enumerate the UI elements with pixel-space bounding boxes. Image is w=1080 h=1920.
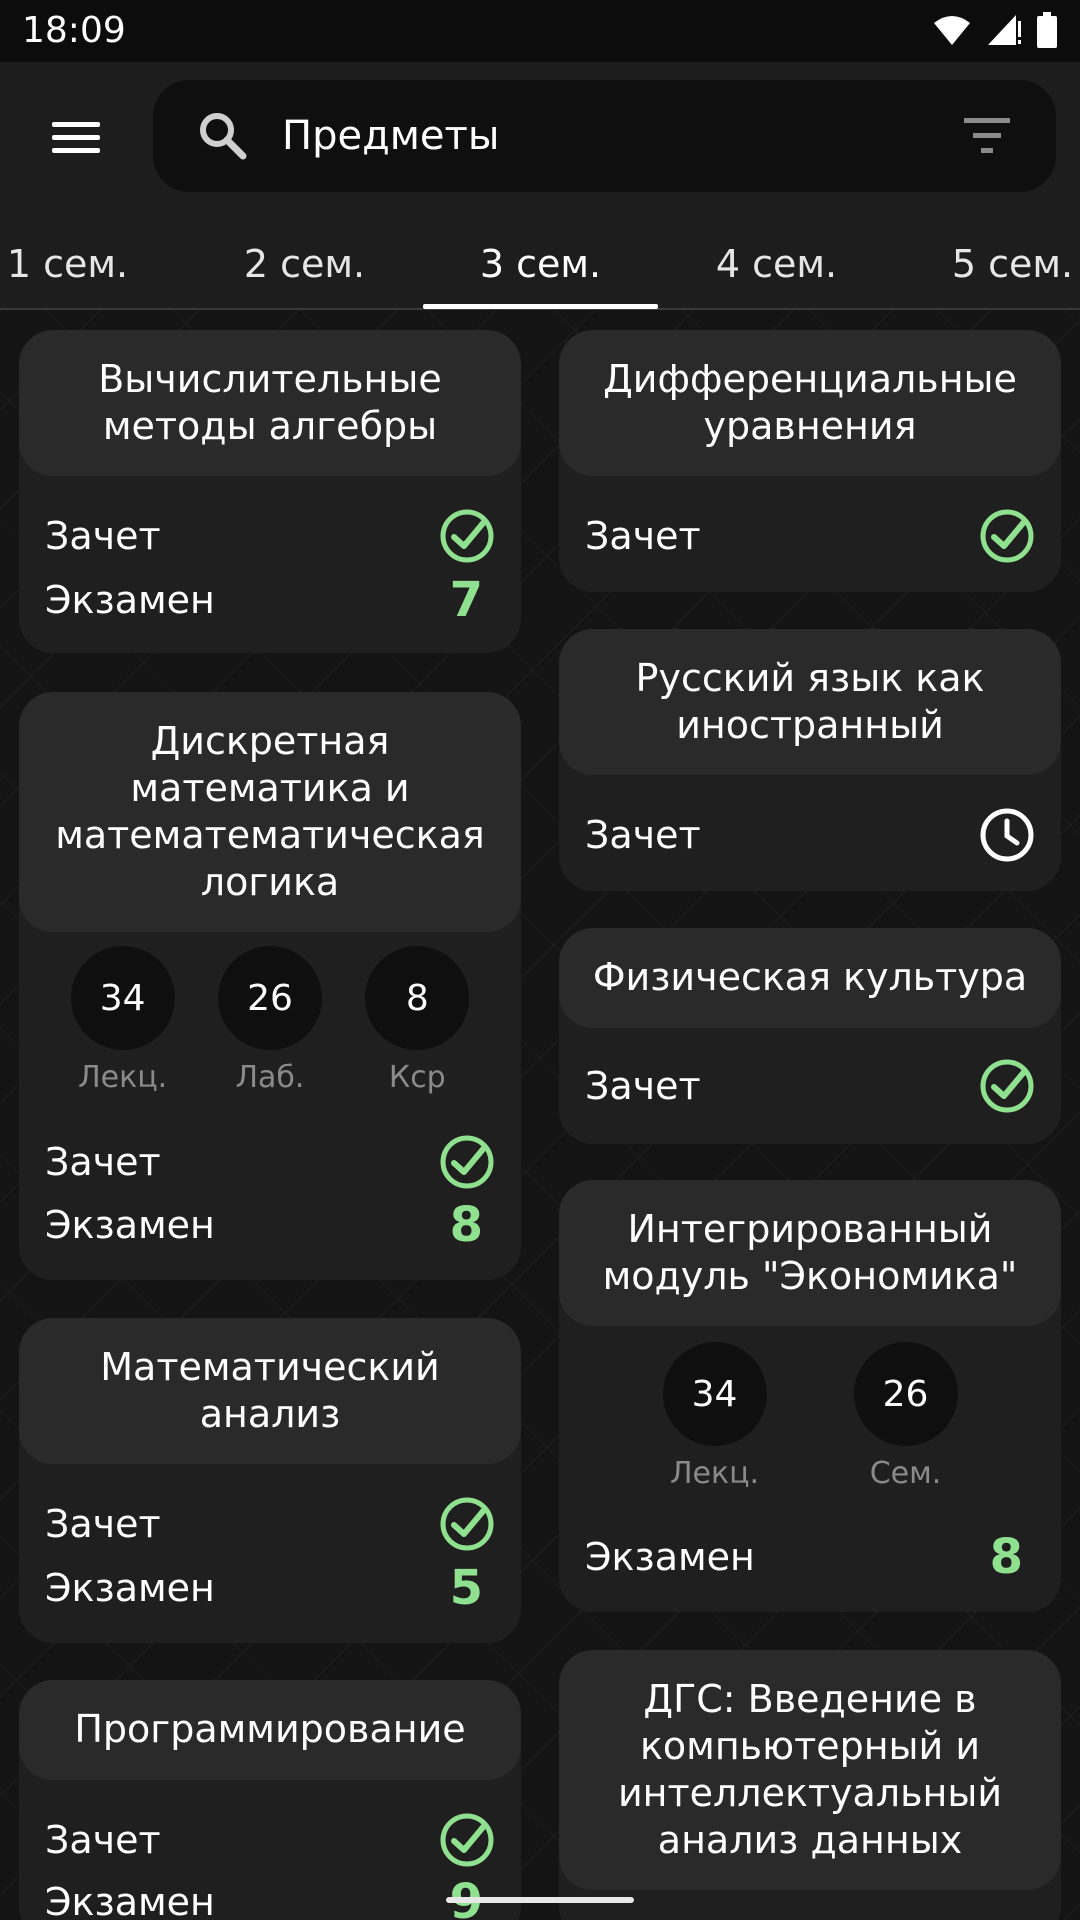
battery-icon: [1037, 12, 1057, 48]
tab-semester-1[interactable]: 1 сем.: [0, 218, 185, 310]
credit-row: Зачет: [45, 1810, 495, 1870]
hours-label: Лаб.: [235, 1060, 305, 1095]
hours-label: Лекц.: [669, 1456, 760, 1491]
exam-grade: 8: [449, 1197, 483, 1253]
credit-label: Зачет: [45, 1140, 161, 1184]
hours-label: Сем.: [869, 1456, 942, 1491]
subject-card[interactable]: Математический анализ Зачет Экзамен 5: [19, 1318, 521, 1643]
subject-title: Дискретная математика и математематическ…: [19, 692, 521, 932]
subject-title: Русский язык как иностранный: [559, 629, 1061, 775]
credit-label: Зачет: [585, 514, 701, 558]
signal-icon: [988, 15, 1021, 45]
tab-semester-2[interactable]: 2 сем.: [187, 218, 422, 310]
search-icon: [200, 113, 247, 160]
exam-label: Экзамен: [45, 578, 215, 622]
hours-value: 34: [70, 946, 175, 1050]
exam-label: Экзамен: [45, 1203, 215, 1247]
clock-icon: [980, 808, 1034, 862]
check-circle-icon: [980, 509, 1034, 563]
hours-label: Кср: [388, 1060, 446, 1095]
exam-row: Экзамен 8: [45, 1195, 495, 1255]
exam-row: Экзамен 8: [585, 1527, 1035, 1587]
credit-label: Зачет: [585, 813, 701, 857]
subject-card[interactable]: ДГС: Введение в компьютерный и интеллект…: [559, 1650, 1061, 1920]
hours-value: 26: [853, 1342, 958, 1446]
credit-row: Зачет: [45, 1494, 495, 1554]
tab-semester-3[interactable]: 3 сем.: [423, 218, 658, 310]
exam-grade: 8: [989, 1529, 1023, 1585]
hours-value: 34: [662, 1342, 767, 1446]
subject-title: Математический анализ: [19, 1318, 521, 1464]
credit-label: Зачет: [585, 1064, 701, 1108]
filter-icon[interactable]: [962, 116, 1012, 156]
exam-grade: 7: [449, 572, 483, 628]
subject-card[interactable]: Дискретная математика и математематическ…: [19, 692, 521, 1280]
check-circle-icon: [440, 1813, 494, 1867]
check-circle-icon: [440, 509, 494, 563]
tab-semester-4[interactable]: 4 сем.: [659, 218, 894, 310]
subject-title: Программирование: [19, 1680, 521, 1780]
check-circle-icon: [980, 1059, 1034, 1113]
active-tab-indicator: [423, 304, 658, 309]
credit-row: Зачет: [585, 506, 1035, 566]
hours-row: 34 Лекц. 26 Сем.: [559, 1342, 1061, 1491]
check-circle-icon: [440, 1497, 494, 1551]
hours-label: Лекц.: [78, 1060, 168, 1095]
home-indicator[interactable]: [446, 1897, 634, 1903]
semester-tabs: 1 сем. 2 сем. 3 сем. 4 сем. 5 сем.: [0, 218, 1080, 310]
credit-row: Зачет: [45, 1132, 495, 1192]
credit-row: Зачет: [45, 506, 495, 566]
exam-grade: 5: [449, 1560, 483, 1616]
hours-value: 26: [217, 946, 322, 1050]
hours-item: 26 Сем.: [846, 1342, 966, 1491]
subject-card[interactable]: Физическая культура Зачет: [559, 928, 1061, 1144]
menu-icon[interactable]: [52, 114, 112, 174]
subject-card[interactable]: Дифференциальные уравнения Зачет: [559, 330, 1061, 592]
credit-label: Зачет: [45, 1818, 161, 1862]
hours-item: 26 Лаб.: [210, 946, 330, 1095]
credit-label: Зачет: [45, 514, 161, 558]
subject-card[interactable]: Интегрированный модуль "Экономика" 34 Ле…: [559, 1180, 1061, 1612]
search-input[interactable]: Предметы: [282, 113, 499, 159]
credit-row: Зачет: [585, 1056, 1035, 1116]
subject-title: Интегрированный модуль "Экономика": [559, 1180, 1061, 1326]
status-bar: 18:09: [0, 0, 1080, 62]
tab-semester-5[interactable]: 5 сем.: [895, 218, 1080, 310]
search-bar[interactable]: Предметы: [153, 80, 1056, 192]
exam-label: Экзамен: [585, 1535, 755, 1579]
hours-value: 8: [365, 946, 470, 1050]
exam-row: Экзамен 9: [45, 1872, 495, 1920]
credit-label: Зачет: [45, 1502, 161, 1546]
exam-label: Экзамен: [45, 1880, 215, 1920]
subject-card[interactable]: Русский язык как иностранный Зачет: [559, 629, 1061, 891]
app-bar: Предметы 1 сем. 2 сем. 3 сем. 4 сем. 5 с…: [0, 62, 1080, 310]
hours-row: 34 Лекц. 26 Лаб. 8 Кср: [19, 946, 521, 1095]
hours-item: 8 Кср: [357, 946, 477, 1095]
hours-item: 34 Лекц.: [655, 1342, 775, 1491]
subject-card[interactable]: Вычислительные методы алгебры Зачет Экза…: [19, 330, 521, 653]
subject-card[interactable]: Программирование Зачет Экзамен 9: [19, 1680, 521, 1920]
wifi-icon: [934, 16, 970, 45]
check-circle-icon: [440, 1135, 494, 1189]
credit-row: Зачет: [585, 805, 1035, 865]
status-time: 18:09: [22, 10, 126, 51]
status-icons: [932, 12, 1058, 48]
subject-title: ДГС: Введение в компьютерный и интеллект…: [559, 1650, 1061, 1890]
exam-label: Экзамен: [45, 1566, 215, 1610]
subject-title: Дифференциальные уравнения: [559, 330, 1061, 476]
hours-item: 34 Лекц.: [63, 946, 183, 1095]
exam-row: Экзамен 7: [45, 570, 495, 630]
exam-row: Экзамен 5: [45, 1558, 495, 1618]
subject-title: Вычислительные методы алгебры: [19, 330, 521, 476]
subject-title: Физическая культура: [559, 928, 1061, 1028]
